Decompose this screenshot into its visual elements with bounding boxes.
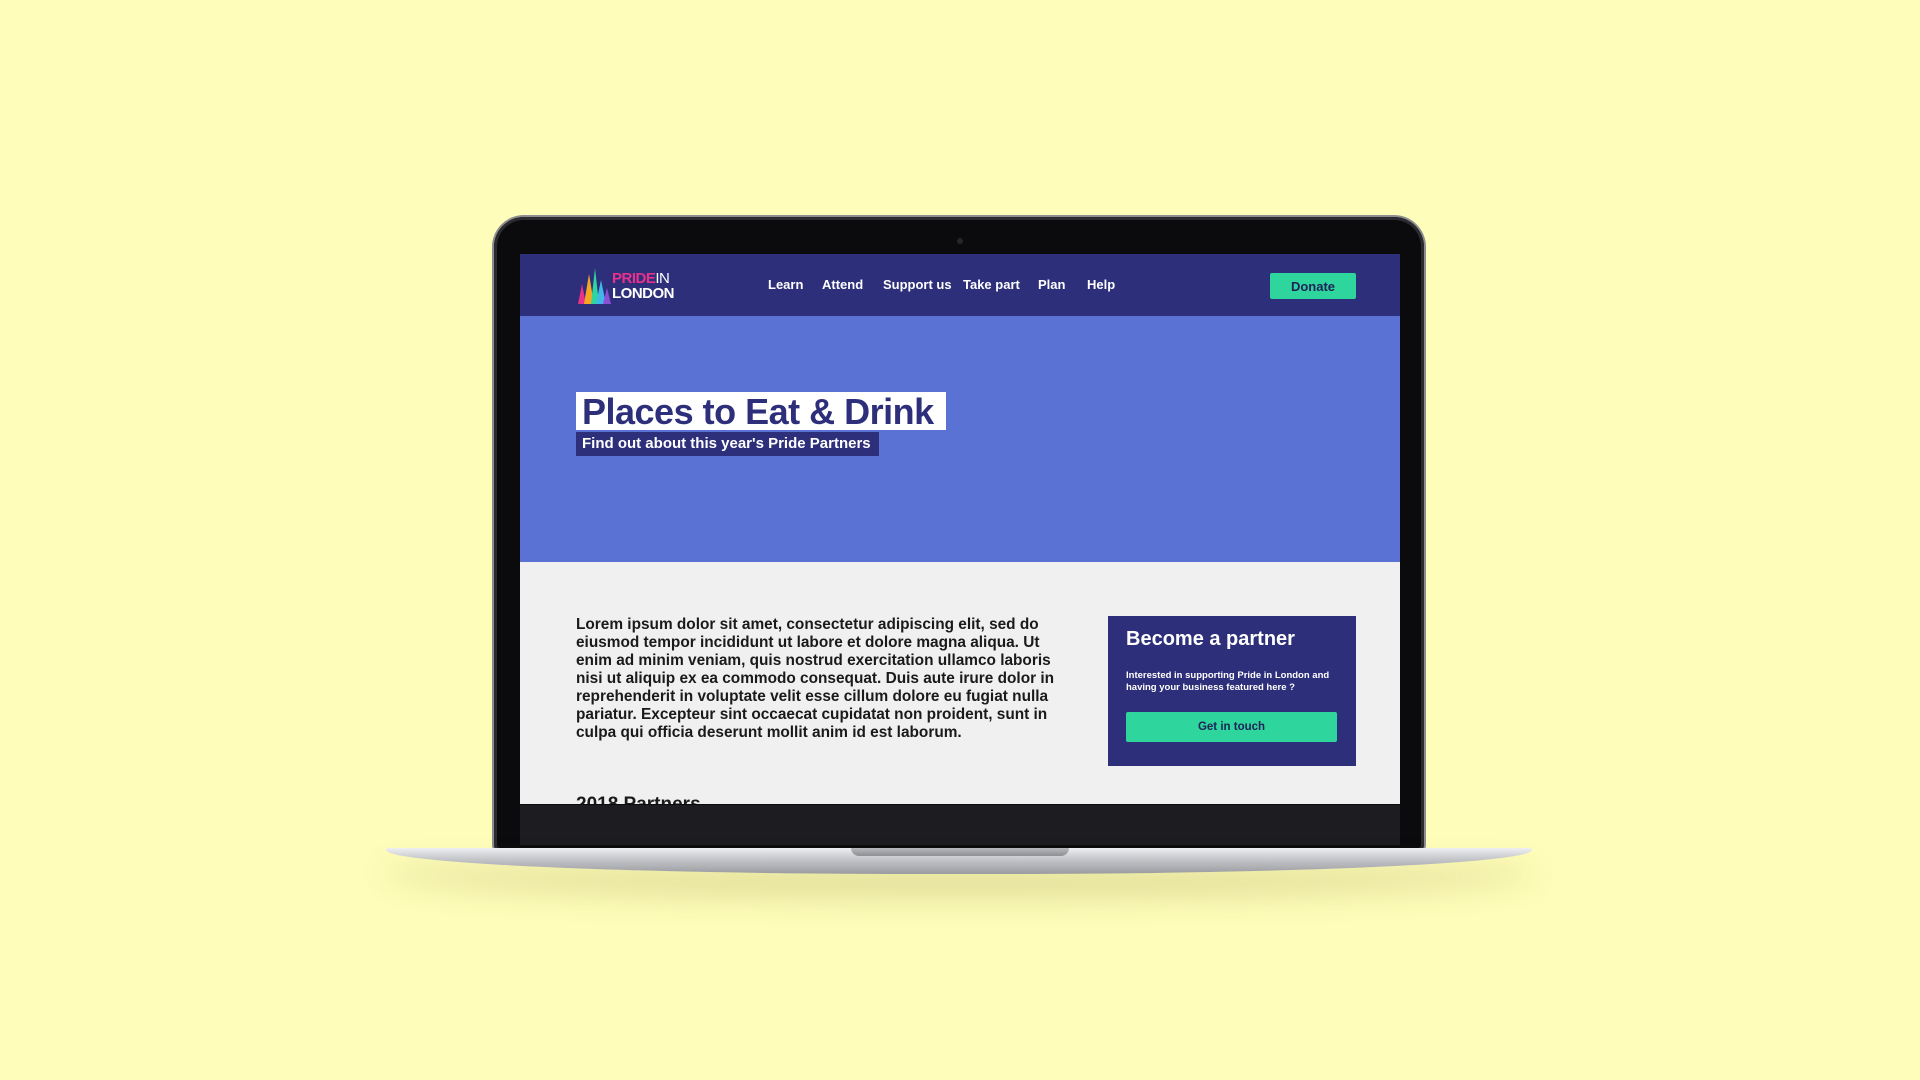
nav-attend[interactable]: Attend: [822, 277, 863, 292]
browser-viewport: PRIDEIN LONDON Learn Attend Support us T…: [520, 254, 1400, 804]
become-partner-card: Become a partner Interested in supportin…: [1108, 616, 1356, 766]
page-subtitle: Find out about this year's Pride Partner…: [576, 432, 879, 456]
partners-heading: 2018 Partners: [576, 794, 701, 804]
logo-wordmark: PRIDEIN LONDON: [612, 271, 675, 302]
laptop-notch: [851, 848, 1069, 856]
logo-word-london: LONDON: [612, 285, 675, 302]
nav-learn[interactable]: Learn: [768, 277, 803, 292]
nav-take-part[interactable]: Take part: [963, 277, 1020, 292]
partner-card-text: Interested in supporting Pride in London…: [1126, 670, 1330, 693]
site-header: PRIDEIN LONDON Learn Attend Support us T…: [520, 254, 1400, 316]
page-title: Places to Eat & Drink: [576, 392, 946, 432]
partner-card-title: Become a partner: [1126, 628, 1295, 650]
main-content: Lorem ipsum dolor sit amet, consectetur …: [520, 562, 1400, 804]
nav-plan[interactable]: Plan: [1038, 277, 1065, 292]
intro-paragraph: Lorem ipsum dolor sit amet, consectetur …: [576, 616, 1055, 741]
get-in-touch-button[interactable]: Get in touch: [1126, 712, 1337, 742]
nav-support-us[interactable]: Support us: [883, 277, 952, 292]
webcam: [957, 238, 963, 244]
donate-button[interactable]: Donate: [1270, 273, 1356, 299]
laptop-chin: [520, 805, 1400, 845]
hero-banner: Places to Eat & Drink Find out about thi…: [520, 316, 1400, 562]
nav-help[interactable]: Help: [1087, 277, 1115, 292]
